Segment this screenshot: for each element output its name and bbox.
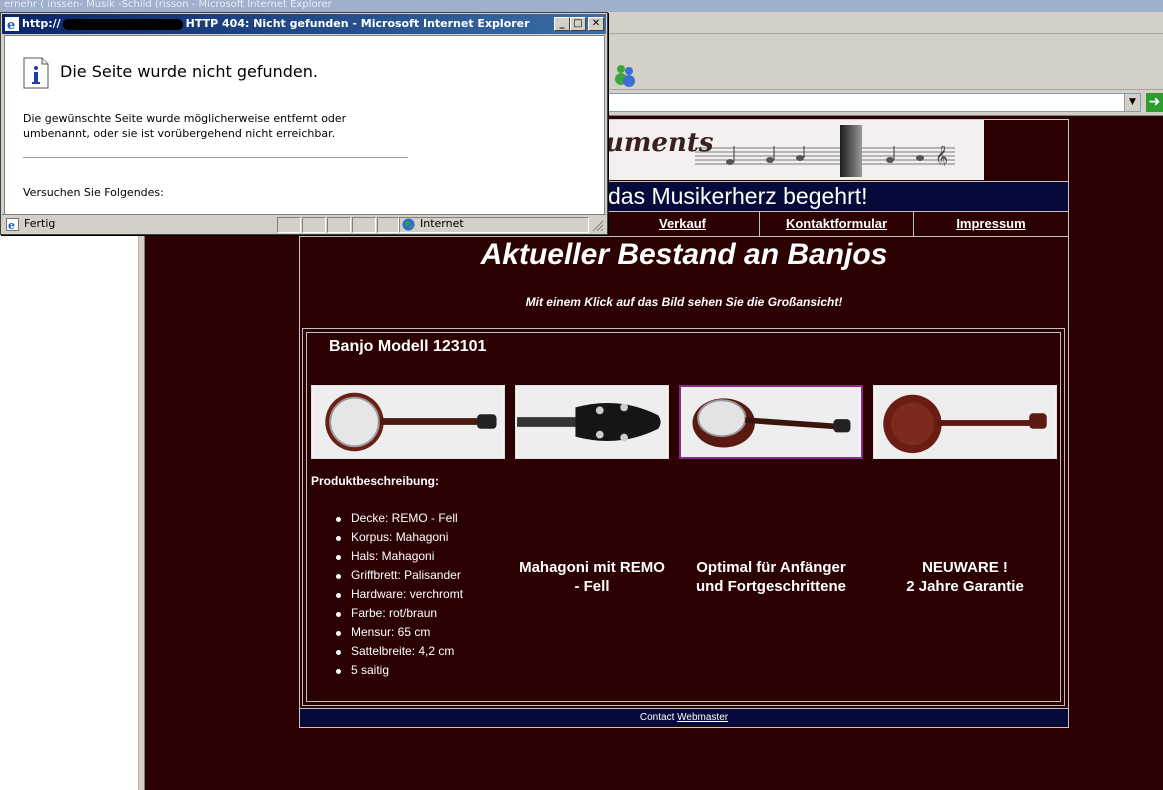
- music-staff-image: 𝄞: [695, 146, 955, 166]
- internet-explorer-icon: e: [5, 17, 19, 31]
- popup-titlebar[interactable]: e http:// HTTP 404: Nicht gefunden - Micr…: [2, 14, 606, 34]
- feature-3-line2: 2 Jahre Garantie: [906, 578, 1024, 595]
- background-window-title: ernehr ( inssen- Musik -Schild (risson -…: [4, 0, 332, 10]
- svg-text:𝄞: 𝄞: [935, 146, 948, 166]
- description-heading: Produktbeschreibung:: [311, 474, 440, 488]
- banjo-thumbnail-1[interactable]: [311, 385, 505, 459]
- spec-item: Farbe: rot/braun: [333, 605, 463, 624]
- spec-item: Mensur: 65 cm: [333, 624, 463, 643]
- popup-statusbar: e Fertig Internet: [2, 214, 606, 234]
- spec-item: 5 saitig: [333, 662, 463, 681]
- banjo-front-image: [313, 386, 503, 458]
- site-footer: Contact Webmaster: [300, 708, 1068, 726]
- spec-item: Hardware: verchromt: [333, 586, 463, 605]
- minimize-button[interactable]: _: [554, 17, 570, 31]
- error-popup-window: e http:// HTTP 404: Nicht gefunden - Micr…: [0, 12, 608, 235]
- banner-text: uments: [605, 128, 714, 158]
- spec-item: Sattelbreite: 4,2 cm: [333, 643, 463, 662]
- webmaster-link[interactable]: Webmaster: [677, 712, 728, 723]
- spec-item: Decke: REMO - Fell: [333, 510, 463, 529]
- status-cell: [377, 217, 399, 233]
- status-cell: [352, 217, 376, 233]
- error-description: Die gewünschte Seite wurde möglicherweis…: [23, 112, 347, 140]
- popup-title: http:// HTTP 404: Nicht gefunden - Micros…: [22, 17, 530, 30]
- go-button[interactable]: ➜: [1146, 93, 1163, 112]
- resize-grip-icon[interactable]: [592, 220, 604, 232]
- error-divider: [23, 157, 408, 158]
- nav-verkauf[interactable]: Verkauf: [605, 212, 759, 236]
- status-cell: [277, 217, 301, 233]
- banner-shadow: [840, 125, 862, 177]
- spec-item: Griffbrett: Palisander: [333, 567, 463, 586]
- status-cell: [302, 217, 326, 233]
- background-window-titlebar: ernehr ( inssen- Musik -Schild (risson -…: [0, 0, 1163, 12]
- zone-text: Internet: [420, 217, 464, 230]
- error-heading: Die Seite wurde nicht gefunden.: [60, 62, 318, 81]
- page-title: Aktueller Bestand an Banjos: [480, 238, 888, 271]
- info-icon: [23, 57, 49, 89]
- status-text: Fertig: [24, 217, 56, 230]
- popup-title-prefix: http://: [22, 17, 61, 30]
- feature-2: Optimal für Anfänger und Fortgeschritten…: [686, 558, 856, 596]
- banjo-back-image: [875, 386, 1055, 458]
- feature-2-line1: Optimal für Anfänger: [696, 559, 846, 576]
- nav-kontaktformular[interactable]: Kontaktformular: [759, 212, 913, 236]
- feature-3-line1: NEUWARE !: [922, 559, 1008, 576]
- feature-2-line2: und Fortgeschrittene: [695, 578, 846, 595]
- popup-title-suffix: HTTP 404: Nicht gefunden - Microsoft Int…: [185, 17, 530, 30]
- feature-3: NEUWARE ! 2 Jahre Garantie: [880, 558, 1050, 596]
- try-following-text: Versuchen Sie Folgendes:: [23, 186, 164, 199]
- footer-prefix: Contact: [639, 712, 675, 723]
- page-subtitle: Mit einem Klick auf das Bild sehen Sie d…: [525, 295, 843, 309]
- banjo-angled-image: [683, 387, 859, 457]
- feature-1-line1: Mahagoni mit REMO: [519, 559, 665, 576]
- banjo-thumbnail-3[interactable]: [679, 385, 863, 459]
- status-cell: [327, 217, 351, 233]
- spec-item: Korpus: Mahagoni: [333, 529, 463, 548]
- address-input[interactable]: ▼: [605, 93, 1141, 112]
- banjo-headstock-image: [517, 386, 667, 458]
- banner-side: [984, 120, 1068, 180]
- spec-item: Hals: Mahagoni: [333, 548, 463, 567]
- slogan-text: das Musikerherz begehrt!: [608, 183, 868, 209]
- feature-1-line2: - Fell: [574, 578, 610, 595]
- messenger-icon[interactable]: [612, 63, 638, 87]
- banjo-thumbnail-4[interactable]: [873, 385, 1057, 459]
- nav-impressum[interactable]: Impressum: [913, 212, 1068, 236]
- page-done-icon: e: [6, 218, 19, 231]
- svg-text:e: e: [7, 18, 15, 31]
- close-button[interactable]: ✕: [588, 17, 604, 31]
- maximize-button[interactable]: □: [570, 17, 586, 31]
- feature-1: Mahagoni mit REMO - Fell: [512, 558, 672, 596]
- product-title: Banjo Modell 123101: [329, 338, 487, 355]
- globe-icon: [402, 218, 415, 231]
- banjo-thumbnail-2[interactable]: [515, 385, 669, 459]
- redacted-url: [62, 18, 183, 30]
- spec-list: Decke: REMO - Fell Korpus: Mahagoni Hals…: [333, 510, 463, 681]
- popup-content: Die Seite wurde nicht gefunden. Die gewü…: [4, 35, 605, 222]
- svg-text:e: e: [8, 219, 15, 231]
- address-dropdown-icon[interactable]: ▼: [1124, 94, 1140, 111]
